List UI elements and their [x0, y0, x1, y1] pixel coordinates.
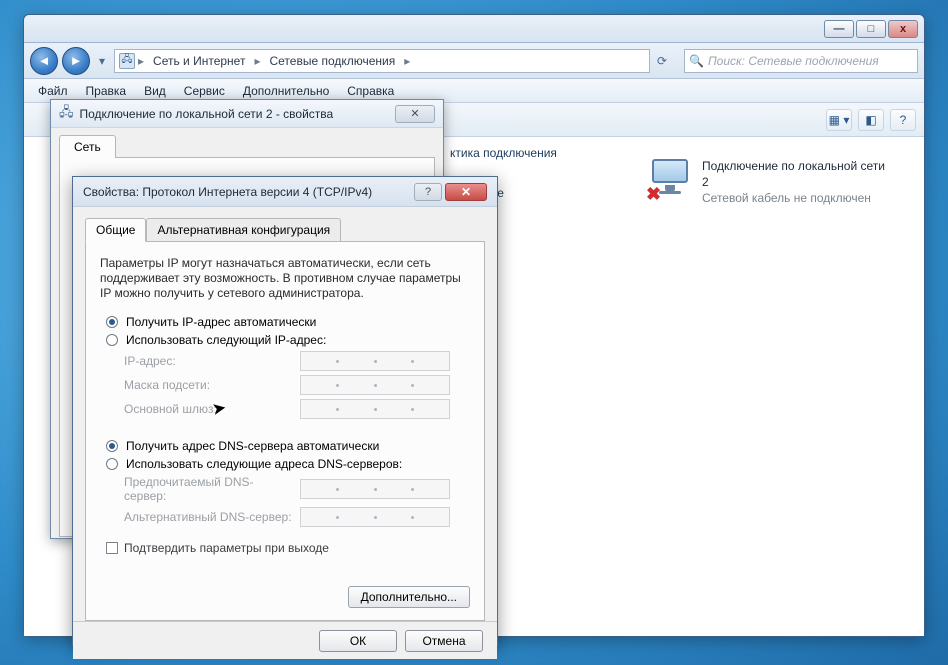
radio-dns-auto[interactable]	[106, 440, 118, 452]
view-options-button[interactable]: ▦ ▾	[826, 109, 852, 131]
search-icon: 🔍	[689, 54, 704, 68]
input-mask	[300, 375, 450, 395]
menu-help[interactable]: Справка	[339, 81, 402, 101]
description-text: Параметры IP могут назначаться автоматич…	[100, 256, 470, 301]
input-ip	[300, 351, 450, 371]
minimize-button[interactable]: —	[824, 20, 854, 38]
maximize-button[interactable]: □	[856, 20, 886, 38]
dialog-footer: ОК Отмена	[73, 621, 497, 659]
ipv4-properties-dialog: Свойства: Протокол Интернета версии 4 (T…	[72, 176, 498, 646]
menu-view[interactable]: Вид	[136, 81, 174, 101]
advanced-button[interactable]: Дополнительно...	[348, 586, 470, 608]
connection-icon: ✖	[646, 159, 694, 199]
radio-ip-auto[interactable]	[106, 316, 118, 328]
checkbox-validate[interactable]	[106, 542, 118, 554]
connection-name-line2: 2	[702, 175, 885, 189]
help-button[interactable]: ?	[414, 183, 442, 201]
tab-alternative[interactable]: Альтернативная конфигурация	[146, 218, 341, 242]
checkbox-validate-label: Подтвердить параметры при выходе	[124, 541, 329, 555]
tab-network[interactable]: Сеть	[59, 135, 116, 158]
titlebar: — □ x	[24, 15, 924, 43]
dialog-title: Свойства: Протокол Интернета версии 4 (T…	[83, 185, 372, 199]
dialog-tabs: Сеть	[59, 134, 435, 157]
menu-edit[interactable]: Правка	[78, 81, 135, 101]
refresh-button[interactable]: ⟳	[654, 47, 670, 75]
dialog-titlebar[interactable]: 🖧 Подключение по локальной сети 2 - свой…	[51, 100, 443, 128]
ok-button[interactable]: ОК	[319, 630, 397, 652]
input-dns2	[300, 507, 450, 527]
breadcrumb-level1[interactable]: Сеть и Интернет	[147, 52, 251, 70]
input-gateway	[300, 399, 450, 419]
close-button[interactable]: x	[888, 20, 918, 38]
adapter-icon: 🖧	[59, 103, 74, 125]
tab-general[interactable]: Общие	[85, 218, 146, 242]
chevron-right-icon: ▸	[138, 54, 144, 68]
forward-button[interactable]: ►	[62, 47, 90, 75]
help-button[interactable]: ?	[890, 109, 916, 131]
chevron-right-icon: ▸	[404, 54, 410, 68]
chevron-right-icon: ▸	[254, 54, 260, 68]
input-dns1	[300, 479, 450, 499]
search-input[interactable]: 🔍 Поиск: Сетевые подключения	[684, 49, 918, 73]
close-button[interactable]: ✕	[445, 183, 487, 201]
radio-dns-manual-label: Использовать следующие адреса DNS-сервер…	[126, 457, 402, 471]
label-ip: IP-адрес:	[124, 354, 294, 368]
connection-name-line1: Подключение по локальной сети	[702, 159, 885, 173]
menu-extra[interactable]: Дополнительно	[235, 81, 337, 101]
menu-file[interactable]: Файл	[30, 81, 76, 101]
radio-ip-manual-label: Использовать следующий IP-адрес:	[126, 333, 326, 347]
label-gateway: Основной шлюз:	[124, 402, 294, 416]
radio-ip-auto-label: Получить IP-адрес автоматически	[126, 315, 316, 329]
label-mask: Маска подсети:	[124, 378, 294, 392]
breadcrumb[interactable]: 🖧 ▸ Сеть и Интернет ▸ Сетевые подключени…	[114, 49, 650, 73]
connection-status: Сетевой кабель не подключен	[702, 191, 885, 205]
label-dns1: Предпочитаемый DNS-сервер:	[124, 475, 294, 503]
radio-dns-manual[interactable]	[106, 458, 118, 470]
navbar: ◄ ► ▾ 🖧 ▸ Сеть и Интернет ▸ Сетевые подк…	[24, 43, 924, 79]
radio-ip-manual[interactable]	[106, 334, 118, 346]
menu-service[interactable]: Сервис	[176, 81, 233, 101]
disconnected-icon: ✖	[646, 184, 661, 205]
nav-history-dropdown[interactable]: ▾	[94, 47, 110, 75]
radio-dns-auto-label: Получить адрес DNS-сервера автоматически	[126, 439, 379, 453]
search-placeholder: Поиск: Сетевые подключения	[708, 54, 879, 68]
close-button[interactable]: ✕	[395, 105, 435, 123]
network-icon: 🖧	[119, 53, 135, 69]
label-dns2: Альтернативный DNS-сервер:	[124, 510, 294, 524]
preview-pane-button[interactable]: ◧	[858, 109, 884, 131]
dialog-title: Подключение по локальной сети 2 - свойст…	[80, 107, 334, 121]
back-button[interactable]: ◄	[30, 47, 58, 75]
cancel-button[interactable]: Отмена	[405, 630, 483, 652]
connection-item[interactable]: ✖ Подключение по локальной сети 2 Сетево…	[642, 155, 902, 209]
breadcrumb-level2[interactable]: Сетевые подключения	[263, 52, 401, 70]
dialog-tabs: Общие Альтернативная конфигурация	[85, 217, 485, 241]
dialog-titlebar[interactable]: Свойства: Протокол Интернета версии 4 (T…	[73, 177, 497, 207]
dialog-body: Параметры IP могут назначаться автоматич…	[85, 241, 485, 621]
